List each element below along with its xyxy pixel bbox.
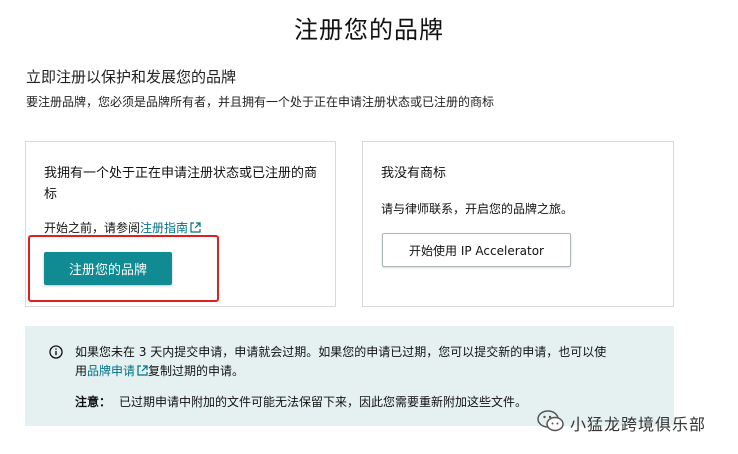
page-subtitle: 立即注册以保护和发展您的品牌 (26, 68, 237, 86)
guide-prefix: 开始之前，请参阅 (44, 221, 141, 235)
note-text: 已过期申请中附加的文件可能无法保留下来，因此您需要重新附加这些文件。 (119, 395, 528, 409)
page-title: 注册您的品牌 (294, 16, 444, 44)
wechat-icon (537, 410, 564, 432)
brand-application-link[interactable]: 品牌申请 (87, 364, 148, 378)
external-link-icon (137, 365, 148, 376)
page-description: 要注册品牌，您必须是品牌所有者，并且拥有一个处于正在申请注册状态或已注册的商标 (26, 95, 495, 109)
no-trademark-card: 我没有商标 请与律师联系，开启您的品牌之旅。 开始使用 IP Accelerat… (362, 141, 674, 307)
notice-line2-prefix: 用 (75, 364, 88, 378)
ip-accelerator-button[interactable]: 开始使用 IP Accelerator (382, 233, 571, 267)
contact-lawyer-text: 请与律师联系，开启您的品牌之旅。 (381, 202, 574, 216)
notice-line1: 如果您未在 3 天内提交申请，申请就会过期。如果您的申请已过期，您可以提交新的申… (75, 345, 607, 359)
guide-line: 开始之前，请参阅注册指南 (44, 219, 201, 236)
registration-guide-link-label: 注册指南 (140, 221, 189, 235)
info-icon (49, 345, 63, 359)
no-trademark-card-heading: 我没有商标 (381, 166, 447, 181)
trademark-card: 我拥有一个处于正在申请注册状态或已注册的商标 开始之前，请参阅注册指南 注册您的… (25, 141, 336, 307)
notice-text: 如果您未在 3 天内提交申请，申请就会过期。如果您的申请已过期，您可以提交新的申… (75, 343, 665, 381)
brand-application-link-label: 品牌申请 (87, 364, 136, 378)
registration-guide-link[interactable]: 注册指南 (140, 221, 201, 235)
notice-note: 注意： 已过期申请中附加的文件可能无法保留下来，因此您需要重新附加这些文件。 (75, 393, 527, 410)
watermark: 小猛龙跨境俱乐部 (536, 408, 736, 438)
external-link-icon (190, 222, 201, 233)
watermark-text: 小猛龙跨境俱乐部 (570, 415, 707, 434)
note-label: 注意： (75, 395, 112, 409)
notice-line2-suffix: 复制过期的申请。 (148, 364, 245, 378)
trademark-card-heading: 我拥有一个处于正在申请注册状态或已注册的商标 (44, 166, 318, 202)
register-brand-button[interactable]: 注册您的品牌 (44, 252, 172, 285)
